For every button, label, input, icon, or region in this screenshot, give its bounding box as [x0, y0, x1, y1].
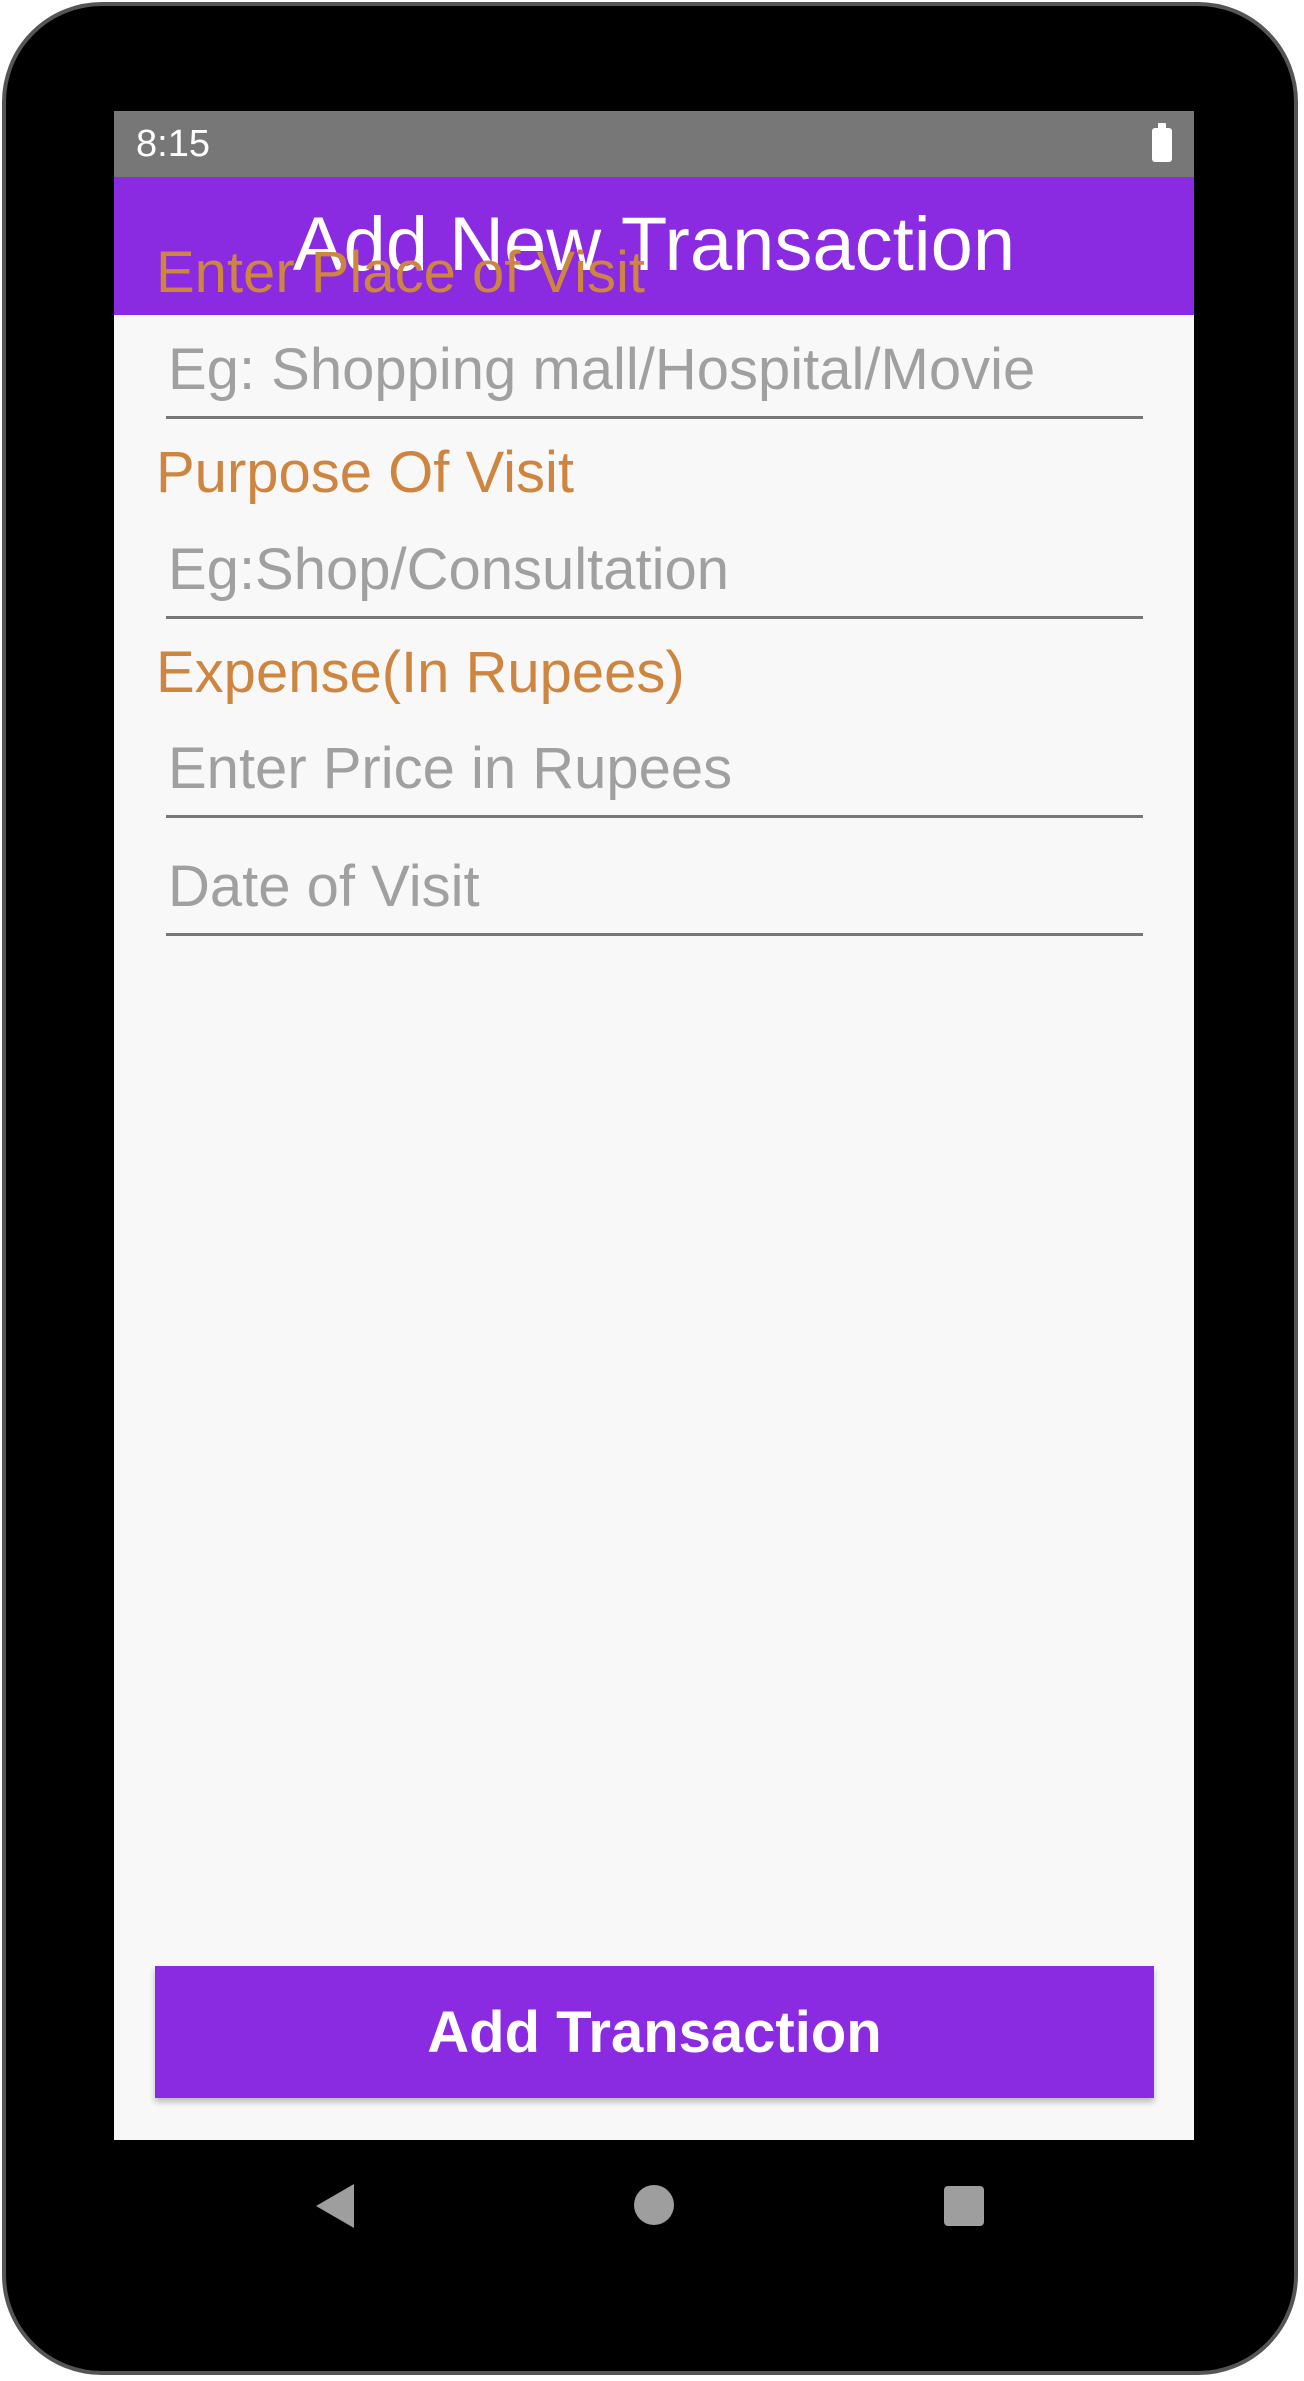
- navigation-bar: [114, 2140, 1194, 2270]
- battery-full-icon: [1152, 123, 1172, 162]
- place-label: Enter Place of Visit: [156, 240, 645, 305]
- recents-square-icon[interactable]: [944, 2186, 984, 2226]
- status-bar: 8:15: [114, 111, 1194, 177]
- expense-label: Expense(In Rupees): [156, 640, 685, 705]
- add-transaction-button[interactable]: Add Transaction: [155, 1966, 1154, 2098]
- app-screen: 8:15 Add New Transaction Enter Place of …: [114, 111, 1194, 2140]
- home-circle-icon[interactable]: [634, 2185, 674, 2225]
- expense-input[interactable]: [166, 728, 1143, 818]
- status-time: 8:15: [136, 123, 210, 165]
- purpose-label: Purpose Of Visit: [156, 440, 575, 505]
- date-input[interactable]: [166, 846, 1143, 936]
- back-triangle-icon[interactable]: [316, 2184, 354, 2228]
- purpose-input[interactable]: [166, 529, 1143, 619]
- place-input[interactable]: [166, 329, 1143, 419]
